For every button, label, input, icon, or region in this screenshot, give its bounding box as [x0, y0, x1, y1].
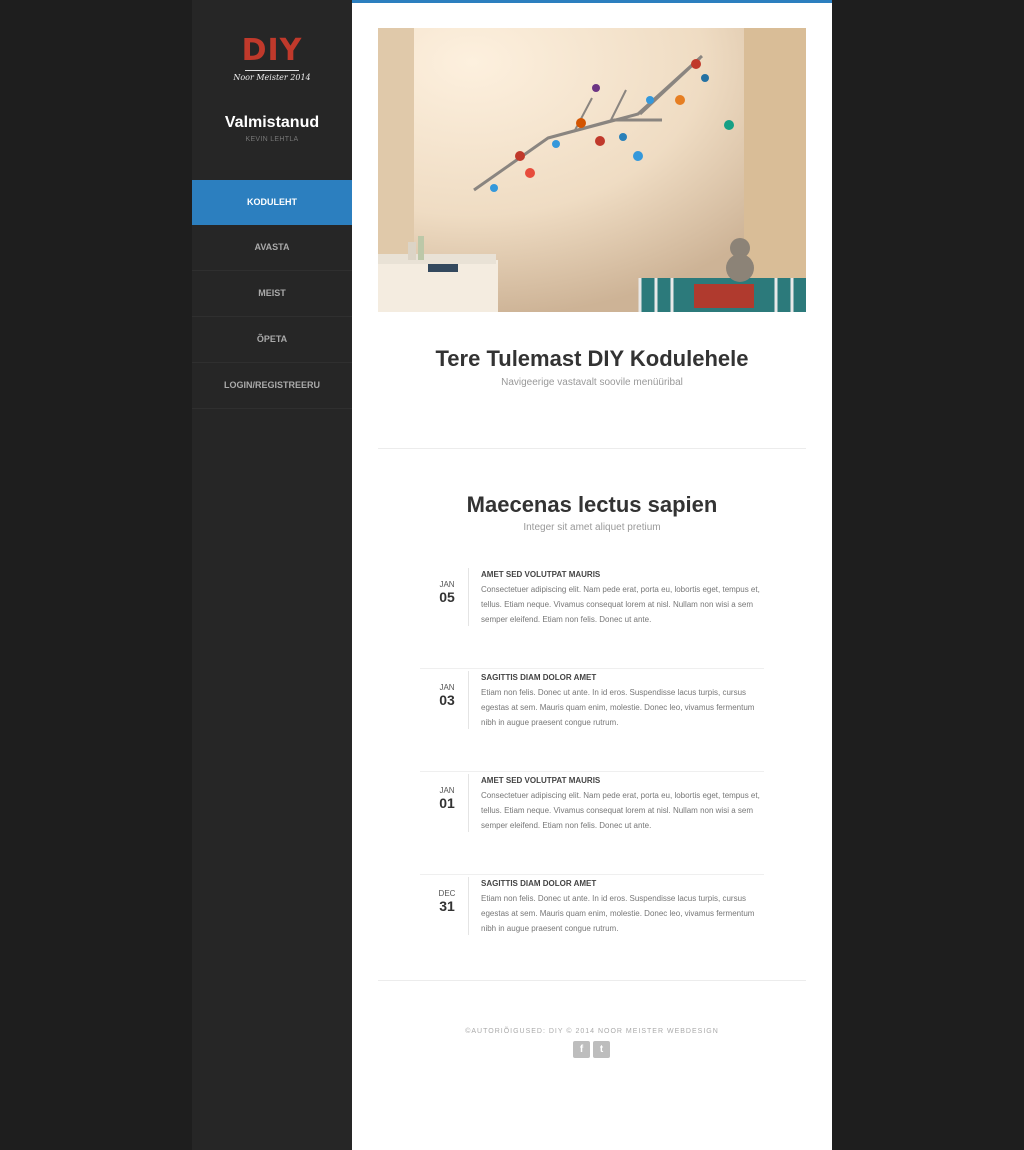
post-month: JAN	[439, 683, 455, 692]
post-day: 31	[439, 898, 455, 914]
twitter-icon[interactable]: t	[593, 1041, 610, 1058]
post-separator	[468, 774, 469, 832]
main-nav: KODULEHT AVASTA MEIST ÕPETA LOGIN/REGIST…	[192, 180, 352, 409]
footer-copyright: ©Autoriõigused: DIY © 2014 Noor Meister …	[465, 1028, 719, 1035]
post-item[interactable]: JAN 01 AMET SED VOLUTPAT MAURIS Consecte…	[420, 772, 764, 875]
author-title: Valmistanud	[224, 114, 320, 131]
footer-divider	[378, 980, 806, 981]
post-body: AMET SED VOLUTPAT MAURIS Consectetuer ad…	[481, 776, 764, 833]
post-title[interactable]: SAGITTIS DIAM DOLOR AMET	[481, 879, 764, 888]
post-title[interactable]: AMET SED VOLUTPAT MAURIS	[481, 776, 764, 785]
section-divider	[378, 448, 806, 449]
post-title[interactable]: AMET SED VOLUTPAT MAURIS	[481, 570, 764, 579]
post-month: JAN	[439, 580, 455, 589]
section-title: Maecenas lectus sapien	[466, 492, 718, 517]
post-date: DEC 31	[430, 889, 464, 914]
author-name: KEVIN LEHTLA	[245, 136, 299, 143]
post-month: DEC	[438, 889, 456, 898]
nav-item-koduleht[interactable]: KODULEHT	[192, 180, 352, 225]
post-separator	[468, 568, 469, 626]
section-subtitle: Integer sit amet aliquet pretium	[523, 522, 661, 533]
post-text: Etiam non felis. Donec ut ante. In id er…	[481, 894, 755, 933]
post-body: SAGITTIS DIAM DOLOR AMET Etiam non felis…	[481, 879, 764, 936]
nav-item-meist[interactable]: MEIST	[192, 271, 352, 317]
post-body: AMET SED VOLUTPAT MAURIS Consectetuer ad…	[481, 570, 764, 627]
post-list: JAN 05 AMET SED VOLUTPAT MAURIS Consecte…	[420, 566, 764, 977]
post-date: JAN 03	[430, 683, 464, 708]
nav-item-avasta[interactable]: AVASTA	[192, 225, 352, 271]
post-text: Consectetuer adipiscing elit. Nam pede e…	[481, 585, 760, 624]
logo-subtitle: Noor Meister 2014	[233, 73, 311, 82]
post-item[interactable]: JAN 03 SAGITTIS DIAM DOLOR AMET Etiam no…	[420, 669, 764, 772]
welcome-subtitle: Navigeerige vastavalt soovile menüüribal	[501, 377, 683, 388]
main-content: Tere Tulemast DIY Kodulehele Navigeerige…	[352, 0, 832, 1150]
nav-item-login[interactable]: LOGIN/REGISTREERU	[192, 363, 352, 409]
logo[interactable]: DIY Noor Meister 2014	[192, 34, 352, 85]
post-item[interactable]: JAN 05 AMET SED VOLUTPAT MAURIS Consecte…	[420, 566, 764, 669]
post-separator	[468, 671, 469, 729]
post-title[interactable]: SAGITTIS DIAM DOLOR AMET	[481, 673, 764, 682]
accent-bar	[352, 0, 832, 3]
social-links: f t	[573, 1041, 613, 1059]
post-separator	[468, 877, 469, 935]
logo-text: DIY	[241, 33, 303, 68]
post-day: 05	[439, 589, 455, 605]
sidebar: DIY Noor Meister 2014 Valmistanud KEVIN …	[192, 0, 352, 1150]
post-date: JAN 01	[430, 786, 464, 811]
facebook-icon[interactable]: f	[573, 1041, 590, 1058]
post-item[interactable]: DEC 31 SAGITTIS DIAM DOLOR AMET Etiam no…	[420, 875, 764, 977]
post-month: JAN	[439, 786, 455, 795]
post-text: Consectetuer adipiscing elit. Nam pede e…	[481, 791, 760, 830]
post-date: JAN 05	[430, 580, 464, 605]
post-day: 03	[439, 692, 455, 708]
nav-item-opeta[interactable]: ÕPETA	[192, 317, 352, 363]
post-body: SAGITTIS DIAM DOLOR AMET Etiam non felis…	[481, 673, 764, 730]
welcome-title: Tere Tulemast DIY Kodulehele	[435, 346, 749, 371]
post-day: 01	[439, 795, 455, 811]
hero-image	[378, 28, 806, 312]
post-text: Etiam non felis. Donec ut ante. In id er…	[481, 688, 755, 727]
